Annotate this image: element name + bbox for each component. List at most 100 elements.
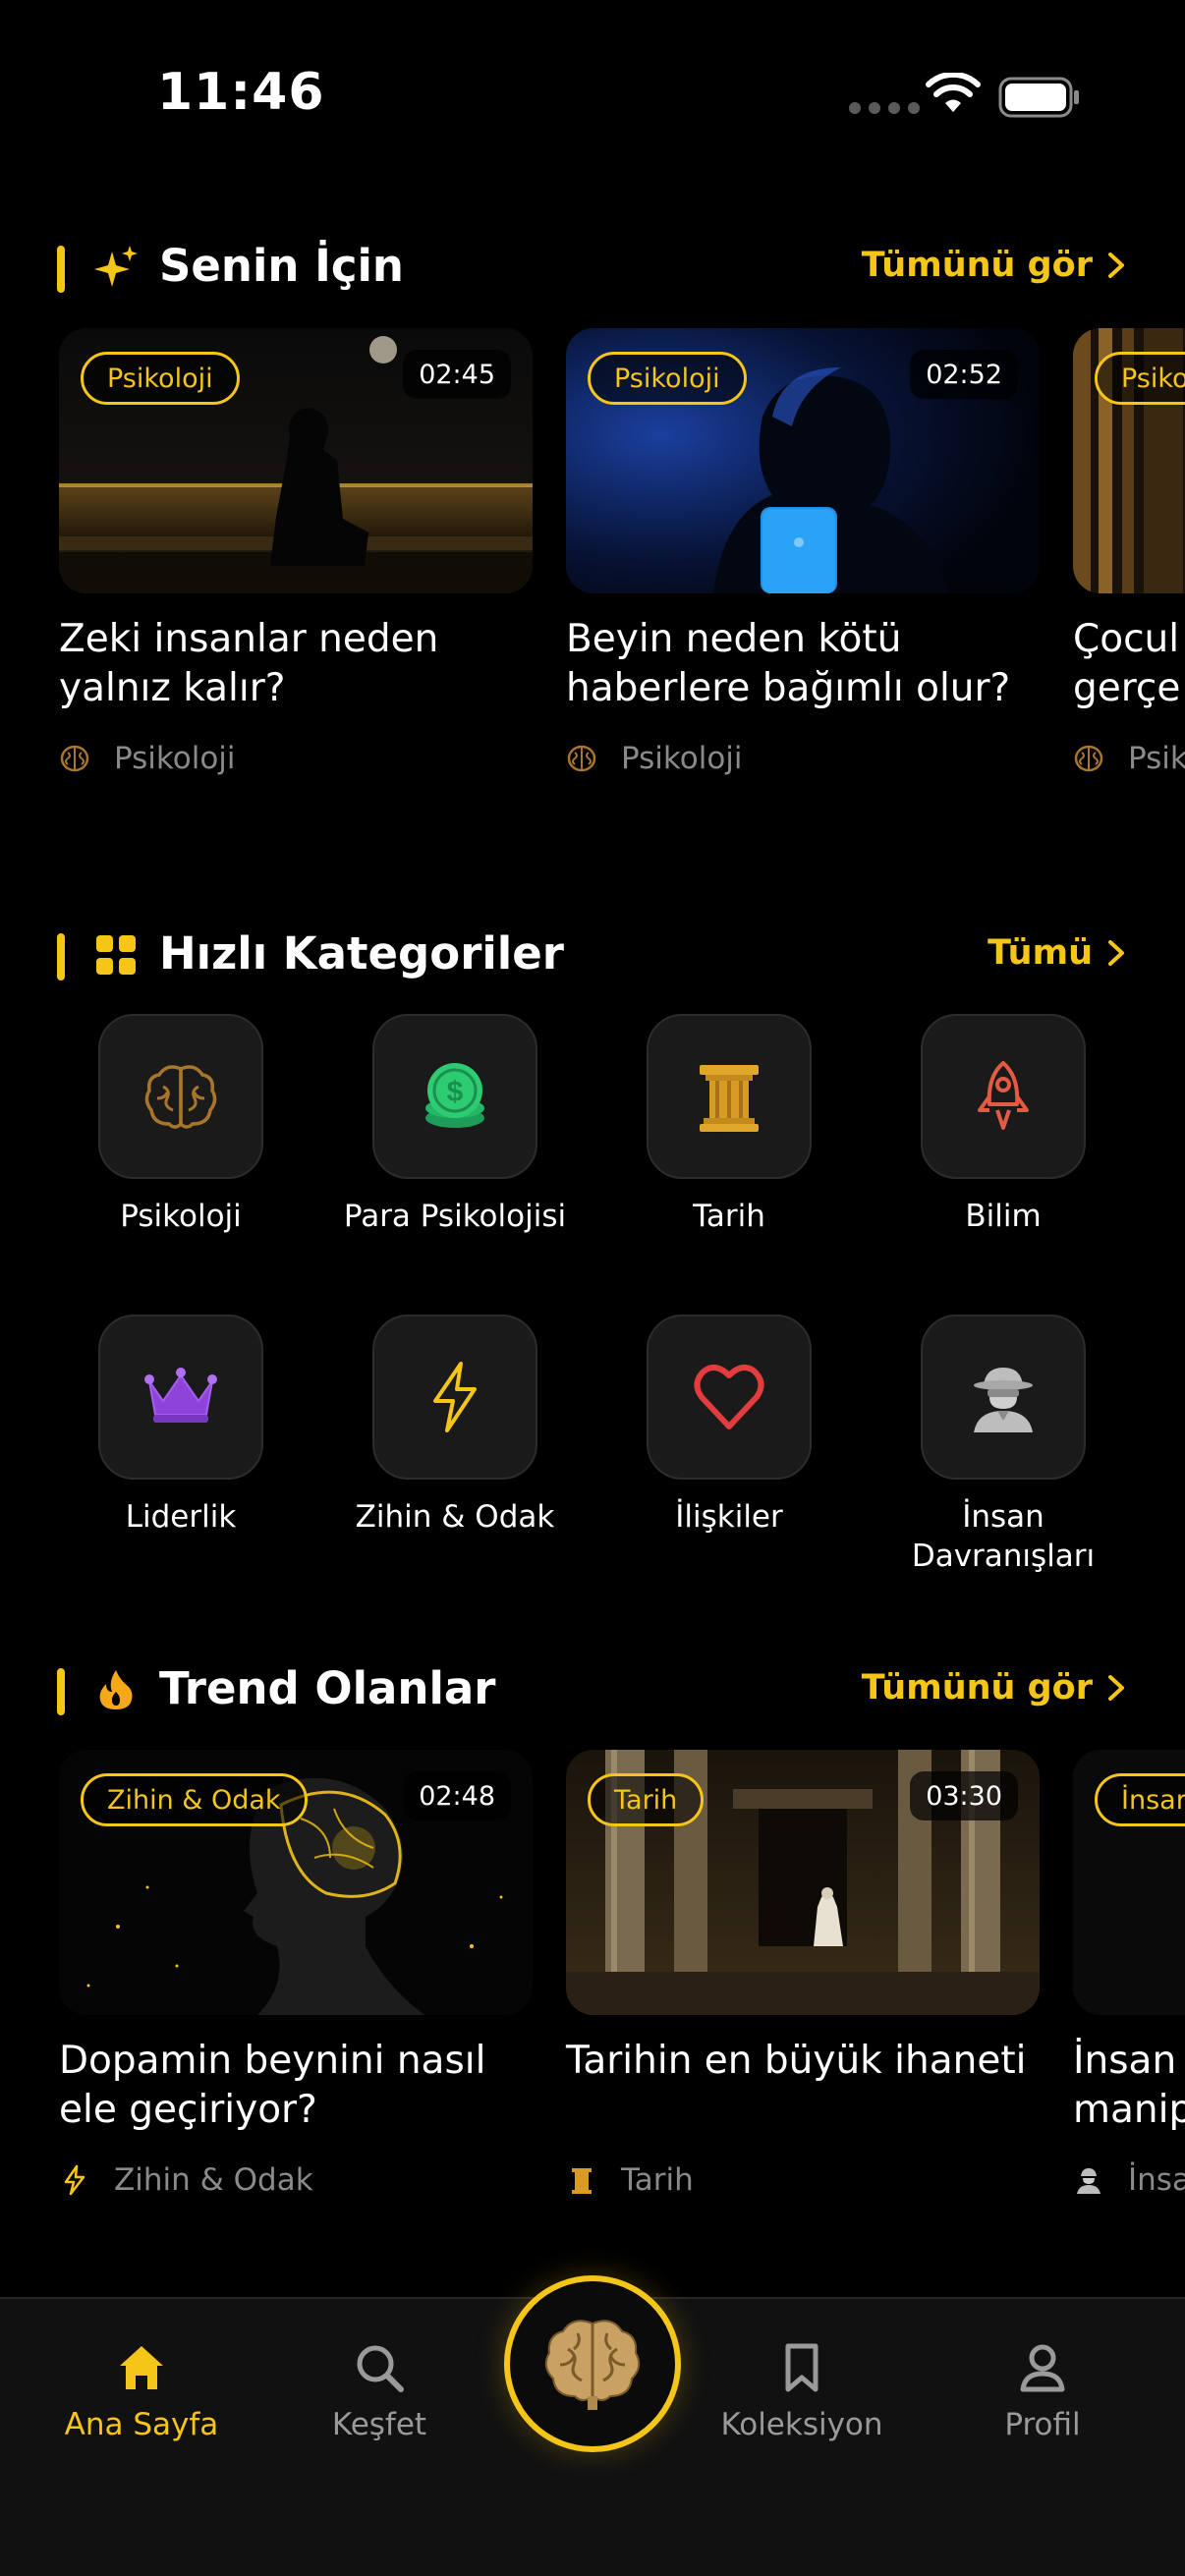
lightning-icon <box>64 2164 85 2196</box>
card-category: Tarih <box>566 2162 694 2198</box>
trending-card-row[interactable]: Zihin & Odak 02:48 Dopamin beynini nasıl… <box>0 1750 1185 2241</box>
category-tag: Psiko <box>1095 352 1185 405</box>
video-thumbnail: Zihin & Odak 02:48 <box>59 1750 533 2015</box>
category-tarih[interactable]: Tarih <box>601 1014 857 1289</box>
battery-icon <box>998 77 1079 118</box>
category-iliskiler[interactable]: İlişkiler <box>601 1315 857 1590</box>
duration-badge: 02:45 <box>403 350 511 399</box>
category-label: İlişkiler <box>675 1499 783 1535</box>
category-insan-davranislari[interactable]: İnsan Davranışları <box>875 1315 1131 1590</box>
brain-icon <box>60 745 89 772</box>
card-category: Psik <box>1073 741 1185 776</box>
nav-label: Keşfet <box>331 2407 427 2442</box>
card-category: Psikoloji <box>566 741 743 776</box>
category-tag: İnsar <box>1095 1773 1185 1826</box>
profile-icon <box>1020 2344 1065 2392</box>
column-icon <box>700 1065 759 1132</box>
trending-header: Trend Olanlar Tümünü gör <box>57 1658 1128 1717</box>
category-label: Liderlik <box>125 1499 237 1535</box>
category-psikoloji[interactable]: Psikoloji <box>53 1014 309 1289</box>
category-para-psikolojisi[interactable]: $ Para Psikolojisi <box>327 1014 583 1289</box>
status-bar: 11:46 <box>0 0 1185 196</box>
category-tag: Tarih <box>588 1773 705 1826</box>
section-accent-bar <box>57 246 65 293</box>
see-all-link[interactable]: Tümünü gör <box>862 246 1128 285</box>
wifi-icon <box>926 73 981 112</box>
sparkles-icon <box>94 246 138 287</box>
crown-icon <box>144 1368 217 1423</box>
status-time: 11:46 <box>157 63 325 122</box>
video-thumbnail: İnsar <box>1073 1750 1185 2015</box>
section-accent-bar <box>57 933 65 980</box>
video-card[interactable]: Psikoloji 02:45 Zeki insanlar neden yaln… <box>59 328 533 800</box>
spy-icon <box>974 1368 1033 1432</box>
category-label: Para Psikolojisi <box>343 1199 567 1234</box>
quick-categories-header: Hızlı Kategoriler Tümü <box>57 924 1128 982</box>
search-icon <box>357 2345 404 2392</box>
video-card[interactable]: Tarih 03:30 Tarihin en büyük ihaneti Tar… <box>566 1750 1040 2221</box>
duration-badge: 03:30 <box>910 1771 1018 1820</box>
brain-icon <box>1074 745 1103 772</box>
category-label: İnsan Davranışları <box>911 1499 1096 1574</box>
heart-icon <box>694 1364 764 1429</box>
chevron-right-icon <box>1108 1675 1124 1701</box>
video-title: Beyin neden kötü haberlere bağımlı olur? <box>566 617 1011 710</box>
card-category: Zihin & Odak <box>59 2162 313 2198</box>
chevron-right-icon <box>1108 252 1124 278</box>
lightning-icon <box>433 1362 477 1432</box>
category-label: Bilim <box>965 1199 1042 1234</box>
video-title: Dopamin beynini nasıl ele geçiriyor? <box>59 2039 486 2132</box>
coins-icon: $ <box>425 1063 484 1128</box>
category-liderlik[interactable]: Liderlik <box>53 1315 309 1590</box>
video-card[interactable]: Zihin & Odak 02:48 Dopamin beynini nasıl… <box>59 1750 533 2221</box>
for-you-card-row[interactable]: Psikoloji 02:45 Zeki insanlar neden yaln… <box>0 328 1185 819</box>
video-title: Çocul gerçe <box>1073 617 1181 710</box>
see-all-link[interactable]: Tümünü gör <box>862 1668 1128 1708</box>
category-label: Tarih <box>693 1199 765 1234</box>
category-tag: Zihin & Odak <box>81 1773 308 1826</box>
brain-icon <box>567 745 596 772</box>
duration-badge: 02:52 <box>910 350 1018 399</box>
see-all-link[interactable]: Tümü <box>988 933 1128 973</box>
nav-label: Koleksiyon <box>720 2407 883 2442</box>
brain-logo-icon <box>544 2320 641 2410</box>
category-bilim[interactable]: Bilim <box>875 1014 1131 1289</box>
nav-collection[interactable]: Koleksiyon <box>704 2338 900 2456</box>
category-label: Zihin & Odak <box>355 1499 555 1535</box>
nav-home[interactable]: Ana Sayfa <box>43 2338 240 2456</box>
video-thumbnail: Psikoloji 02:45 <box>59 328 533 593</box>
column-icon <box>572 2168 592 2194</box>
section-title: Trend Olanlar <box>159 1662 496 1714</box>
bottom-navigation: Ana Sayfa Keşfet Koleksiyon Profil <box>0 2275 1185 2576</box>
video-card[interactable]: İnsar İnsan manip İnsa <box>1073 1750 1185 2221</box>
video-card[interactable]: Psiko Çocul gerçe Psik <box>1073 328 1185 800</box>
video-thumbnail: Psiko <box>1073 328 1185 593</box>
grid-icon <box>96 935 136 975</box>
video-thumbnail: Psikoloji 02:52 <box>566 328 1040 593</box>
home-icon <box>120 2346 163 2389</box>
nav-label: Profil <box>1004 2407 1081 2442</box>
center-action-button[interactable] <box>504 2275 681 2452</box>
video-card[interactable]: Psikoloji 02:52 Beyin neden kötü haberle… <box>566 328 1040 800</box>
spy-icon <box>1077 2168 1100 2194</box>
nav-explore[interactable]: Keşfet <box>281 2338 478 2456</box>
card-category: İnsa <box>1073 2162 1185 2198</box>
for-you-header: Senin İçin Tümünü gör <box>57 236 1128 295</box>
video-title: İnsan manip <box>1073 2039 1185 2132</box>
video-title: Zeki insanlar neden yalnız kalır? <box>59 617 439 710</box>
video-title: Tarihin en büyük ihaneti <box>566 2039 1027 2083</box>
brain-icon <box>144 1065 217 1129</box>
category-tag: Psikoloji <box>81 352 240 405</box>
category-zihin-odak[interactable]: Zihin & Odak <box>327 1315 583 1590</box>
section-accent-bar <box>57 1668 65 1715</box>
section-title: Hızlı Kategoriler <box>159 927 564 980</box>
duration-badge: 02:48 <box>403 1771 511 1820</box>
video-thumbnail: Tarih 03:30 <box>566 1750 1040 2015</box>
fire-icon <box>99 1670 133 1709</box>
nav-label: Ana Sayfa <box>64 2407 219 2442</box>
nav-profile[interactable]: Profil <box>944 2338 1141 2456</box>
bookmark-icon <box>785 2343 818 2392</box>
rocket-icon <box>978 1061 1029 1130</box>
svg-text:$: $ <box>447 1076 464 1108</box>
chevron-right-icon <box>1108 940 1124 966</box>
